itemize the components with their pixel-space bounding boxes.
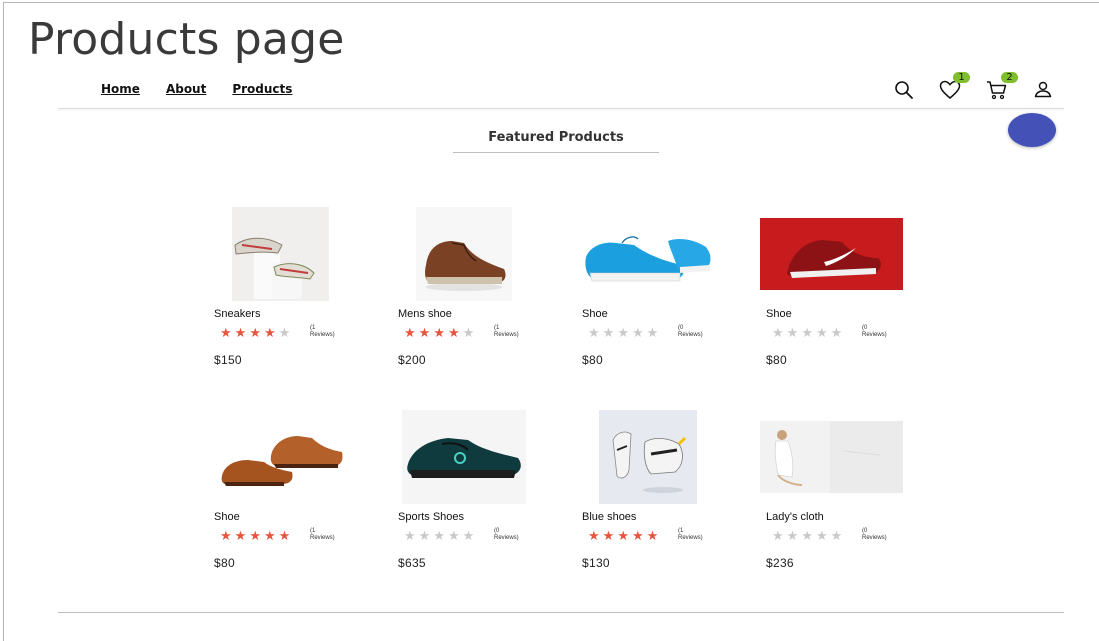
star-icon: ★ [617,325,629,340]
star-icon: ★ [631,528,644,543]
nav-link-home[interactable]: Home [101,82,140,96]
rating-stars: ★ ★ ★ ★ ★ [220,326,290,339]
nav-link-products[interactable]: Products [232,82,292,96]
reviews-count: (1 Reviews) [494,325,519,338]
search-icon[interactable] [892,78,916,102]
star-icon: ★ [249,325,261,340]
star-icon: ★ [447,325,460,340]
star-icon: ★ [602,528,615,543]
product-image[interactable] [214,207,384,303]
star-icon: ★ [404,325,416,340]
star-icon: ★ [220,528,232,543]
star-icon: ★ [462,528,475,543]
user-icon[interactable] [1031,78,1055,102]
rating-stars: ★ ★ ★ ★ ★ [404,326,474,339]
product-image[interactable] [582,410,752,506]
star-icon: ★ [646,325,659,340]
section-title-underline [453,152,659,153]
footer-divider [58,612,1064,613]
reviews-count: (1 Reviews) [310,528,335,541]
star-icon: ★ [815,528,828,543]
reviews-count: (0 Reviews) [678,325,703,338]
product-price: $80 [214,556,235,570]
star-icon: ★ [617,528,629,543]
star-icon: ★ [278,325,291,340]
product-name[interactable]: Sports Shoes [398,511,464,523]
product-price: $80 [582,353,603,367]
rating-stars: ★ ★ ★ ★ ★ [588,529,658,542]
rating-stars: ★ ★ ★ ★ ★ [588,326,658,339]
star-icon: ★ [418,528,431,543]
wishlist-count-badge: 1 [953,72,970,83]
star-icon: ★ [278,528,291,543]
reviews-count: (0 Reviews) [862,528,887,541]
star-icon: ★ [588,528,600,543]
reviews-count: (0 Reviews) [494,528,519,541]
product-name[interactable]: Mens shoe [398,308,452,320]
star-icon: ★ [801,325,813,340]
star-icon: ★ [404,528,416,543]
product-image[interactable] [398,207,568,303]
wishlist-button[interactable]: 1 [938,72,970,102]
star-icon: ★ [234,528,247,543]
product-price: $130 [582,556,610,570]
star-icon: ★ [815,325,828,340]
star-icon: ★ [786,325,799,340]
header-actions: 1 2 [892,72,1062,102]
star-icon: ★ [418,325,431,340]
product-name[interactable]: Sneakers [214,308,260,320]
star-icon: ★ [263,325,276,340]
cart-button[interactable]: 2 [985,72,1018,102]
header-divider [58,108,1064,109]
star-icon: ★ [588,325,600,340]
product-price: $236 [766,556,794,570]
reviews-count: (1 Reviews) [310,325,335,338]
star-icon: ★ [249,528,261,543]
star-icon: ★ [447,528,460,543]
star-icon: ★ [602,325,615,340]
reviews-count: (1 Reviews) [678,528,703,541]
star-icon: ★ [433,528,445,543]
product-name[interactable]: Shoe [766,308,792,320]
star-icon: ★ [830,528,843,543]
rating-stars: ★ ★ ★ ★ ★ [404,529,474,542]
product-price: $200 [398,353,426,367]
star-icon: ★ [772,528,784,543]
product-name[interactable]: Shoe [582,308,608,320]
product-image[interactable] [214,410,384,506]
product-name[interactable]: Shoe [214,511,240,523]
product-image[interactable] [582,207,752,303]
product-image[interactable] [760,207,936,303]
rating-stars: ★ ★ ★ ★ ★ [772,529,842,542]
product-name[interactable]: Blue shoes [582,511,636,523]
star-icon: ★ [433,325,445,340]
product-price: $80 [766,353,787,367]
star-icon: ★ [462,325,475,340]
star-icon: ★ [646,528,659,543]
product-price: $635 [398,556,426,570]
reviews-count: (0 Reviews) [862,325,887,338]
rating-stars: ★ ★ ★ ★ ★ [772,326,842,339]
star-icon: ★ [234,325,247,340]
star-icon: ★ [786,528,799,543]
cart-count-badge: 2 [1001,72,1018,83]
star-icon: ★ [830,325,843,340]
product-image[interactable] [398,410,568,506]
product-price: $150 [214,353,242,367]
product-image[interactable] [760,410,936,506]
star-icon: ★ [801,528,813,543]
page-title: Products page [28,14,345,65]
rating-stars: ★ ★ ★ ★ ★ [220,529,290,542]
star-icon: ★ [220,325,232,340]
star-icon: ★ [631,325,644,340]
floating-action-button[interactable] [1008,113,1056,147]
star-icon: ★ [772,325,784,340]
section-title: Featured Products [488,130,624,145]
product-name[interactable]: Lady's cloth [766,511,824,523]
main-nav: Home About Products [101,82,292,96]
nav-link-about[interactable]: About [166,82,206,96]
star-icon: ★ [263,528,276,543]
